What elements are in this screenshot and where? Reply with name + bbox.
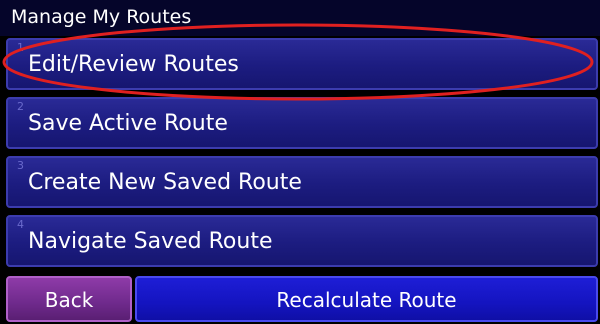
menu-item-number: 4 bbox=[17, 218, 24, 231]
menu-item-navigate-saved-route[interactable]: 4 Navigate Saved Route bbox=[6, 215, 598, 267]
menu-item-label: Navigate Saved Route bbox=[28, 229, 273, 254]
menu-item-label: Save Active Route bbox=[28, 111, 228, 136]
back-button[interactable]: Back bbox=[6, 276, 132, 322]
menu-item-label: Create New Saved Route bbox=[28, 170, 302, 195]
page-title: Manage My Routes bbox=[11, 6, 192, 28]
menu-item-create-new-saved-route[interactable]: 3 Create New Saved Route bbox=[6, 156, 598, 208]
menu-item-edit-review-routes[interactable]: 1 Edit/Review Routes bbox=[6, 38, 598, 90]
menu-item-number: 1 bbox=[17, 41, 24, 54]
menu-item-label: Edit/Review Routes bbox=[28, 52, 239, 77]
title-bar: Manage My Routes bbox=[0, 0, 600, 36]
menu-item-number: 2 bbox=[17, 100, 24, 113]
recalculate-route-button[interactable]: Recalculate Route bbox=[135, 276, 598, 322]
back-button-label: Back bbox=[44, 288, 94, 312]
manage-routes-screen: Manage My Routes 1 Edit/Review Routes 2 … bbox=[0, 0, 600, 324]
recalculate-route-label: Recalculate Route bbox=[276, 288, 457, 312]
menu-item-save-active-route[interactable]: 2 Save Active Route bbox=[6, 97, 598, 149]
bottom-button-bar: Back Recalculate Route bbox=[0, 274, 600, 324]
menu-item-number: 3 bbox=[17, 159, 24, 172]
